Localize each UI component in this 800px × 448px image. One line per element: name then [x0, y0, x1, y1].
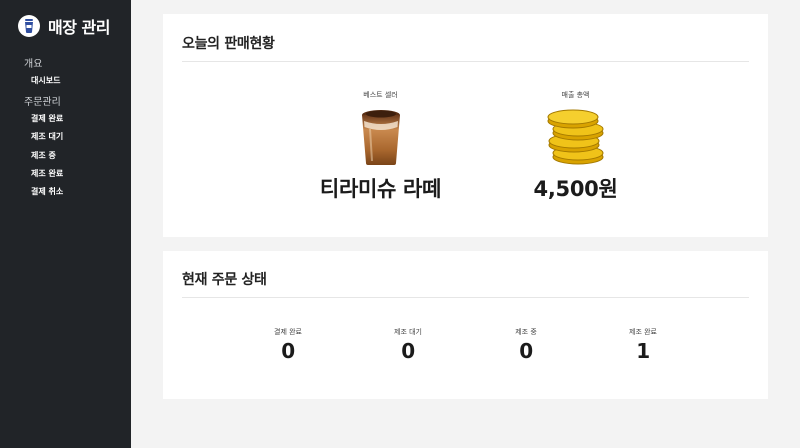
app-title: 매장 관리	[48, 18, 110, 37]
status-count: 0	[281, 339, 295, 363]
status-paid: 결제 완료 0	[243, 327, 333, 363]
status-label: 제조 완료	[629, 328, 657, 336]
nav-group-overview: 개요	[24, 59, 43, 70]
status-count: 0	[519, 339, 533, 363]
divider	[182, 297, 749, 298]
divider	[182, 61, 749, 62]
sales-card-title: 오늘의 판매현황	[182, 36, 275, 52]
sidebar-item-cancelled[interactable]: 결제 취소	[31, 186, 63, 197]
order-status-card: 현재 주문 상태 결제 완료 0 제조 대기 0 제조 중 0 제조 완료 1	[163, 251, 768, 399]
best-seller-label: 베스트 셀러	[363, 91, 398, 99]
status-label: 제조 중	[515, 328, 537, 336]
status-label: 제조 대기	[394, 328, 422, 336]
sales-card: 오늘의 판매현황 베스트 셀러 티라미슈 라떼 매출 총액 4,500원	[163, 14, 768, 237]
status-label: 결제 완료	[274, 328, 302, 336]
latte-cup-image	[293, 106, 468, 168]
brand[interactable]: 매장 관리	[18, 14, 110, 38]
best-seller-value: 티라미슈 라떼	[319, 177, 442, 201]
total-sales-label: 매출 총액	[561, 91, 590, 99]
sidebar-item-completed[interactable]: 제조 완료	[31, 168, 63, 179]
status-in-progress: 제조 중 0	[481, 327, 571, 363]
coffee-cup-icon	[18, 15, 40, 37]
sidebar-item-paid[interactable]: 결제 완료	[31, 113, 63, 124]
nav-group-orders: 주문관리	[24, 97, 61, 108]
sidebar: 매장 관리 개요 대시보드 주문관리 결제 완료 제조 대기 제조 중 제조 완…	[0, 0, 131, 448]
status-waiting: 제조 대기 0	[363, 327, 453, 363]
order-status-title: 현재 주문 상태	[182, 272, 267, 288]
total-sales-metric: 매출 총액 4,500원	[508, 90, 643, 203]
total-sales-value: 4,500원	[533, 177, 618, 201]
sidebar-item-in-progress[interactable]: 제조 중	[31, 150, 56, 161]
coin-stack-image	[508, 106, 643, 168]
status-count: 0	[401, 339, 415, 363]
sidebar-item-waiting[interactable]: 제조 대기	[31, 131, 63, 142]
best-seller-metric: 베스트 셀러 티라미슈 라떼	[293, 90, 468, 203]
status-count: 1	[636, 339, 650, 363]
sidebar-item-dashboard[interactable]: 대시보드	[31, 75, 60, 86]
status-completed: 제조 완료 1	[598, 327, 688, 363]
